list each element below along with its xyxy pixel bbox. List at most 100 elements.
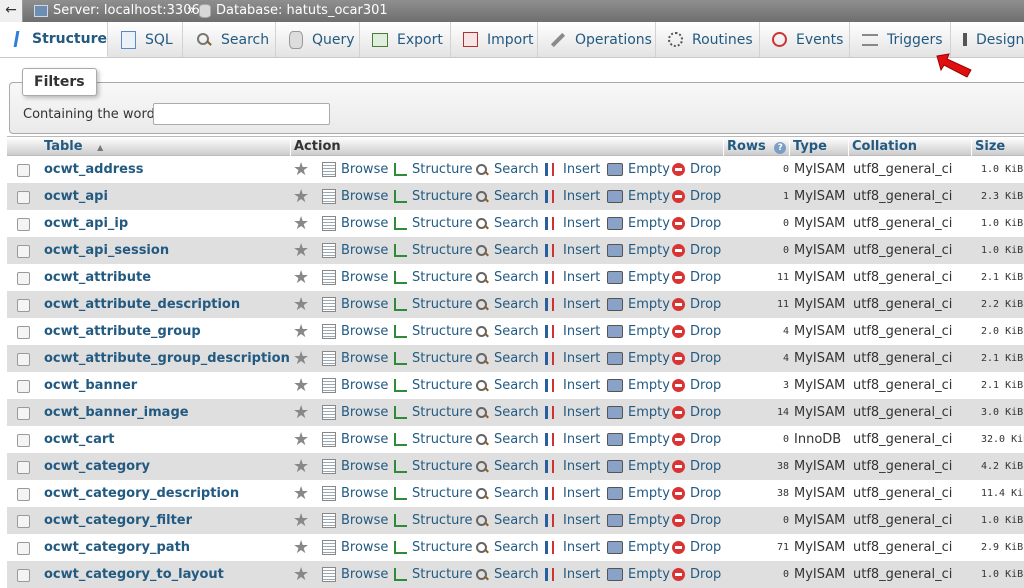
favorite-star-icon[interactable]: ★ [293,511,309,531]
table-name-link[interactable]: ocwt_category_filter [44,507,192,534]
column-size[interactable]: Size [971,138,1024,156]
help-icon[interactable]: ? [774,142,787,154]
insert-action[interactable]: Insert [545,210,600,237]
structure-action[interactable]: Structure [394,318,472,345]
search-action[interactable]: Search [476,210,539,237]
drop-action[interactable]: Drop [672,156,721,183]
breadcrumb-database[interactable]: Database: hatuts_ocar301 [199,0,388,22]
browse-action[interactable]: Browse [322,426,388,453]
drop-action[interactable]: Drop [672,507,721,534]
favorite-star-icon[interactable]: ★ [293,457,309,477]
row-checkbox[interactable] [17,299,30,312]
row-checkbox[interactable] [17,326,30,339]
tab-import[interactable]: Import [451,22,538,57]
search-action[interactable]: Search [476,561,539,588]
row-checkbox[interactable] [17,353,30,366]
tab-events[interactable]: Events [760,22,850,57]
favorite-star-icon[interactable]: ★ [293,268,309,288]
structure-action[interactable]: Structure [394,372,472,399]
favorite-star-icon[interactable]: ★ [293,484,309,504]
favorite-star-icon[interactable]: ★ [293,160,309,180]
drop-action[interactable]: Drop [672,453,721,480]
tab-routines[interactable]: Routines [656,22,760,57]
tab-search[interactable]: Search [183,22,276,57]
favorite-star-icon[interactable]: ★ [293,403,309,423]
column-rows[interactable]: Rows ? [723,138,789,156]
empty-action[interactable]: Empty [607,372,670,399]
empty-action[interactable]: Empty [607,264,670,291]
empty-action[interactable]: Empty [607,345,670,372]
structure-action[interactable]: Structure [394,237,472,264]
empty-action[interactable]: Empty [607,183,670,210]
insert-action[interactable]: Insert [545,453,600,480]
insert-action[interactable]: Insert [545,372,600,399]
search-action[interactable]: Search [476,291,539,318]
structure-action[interactable]: Structure [394,534,472,561]
table-name-link[interactable]: ocwt_attribute_group_description [44,345,290,372]
drop-action[interactable]: Drop [672,318,721,345]
browse-action[interactable]: Browse [322,561,388,588]
row-checkbox[interactable] [17,218,30,231]
structure-action[interactable]: Structure [394,426,472,453]
insert-action[interactable]: Insert [545,399,600,426]
empty-action[interactable]: Empty [607,534,670,561]
table-name-link[interactable]: ocwt_banner [44,372,137,399]
table-name-link[interactable]: ocwt_cart [44,426,114,453]
search-action[interactable]: Search [476,318,539,345]
insert-action[interactable]: Insert [545,561,600,588]
table-name-link[interactable]: ocwt_address [44,156,143,183]
favorite-star-icon[interactable]: ★ [293,187,309,207]
drop-action[interactable]: Drop [672,345,721,372]
search-action[interactable]: Search [476,345,539,372]
insert-action[interactable]: Insert [545,264,600,291]
column-collation[interactable]: Collation [848,138,970,156]
row-checkbox[interactable] [17,407,30,420]
back-arrow-icon[interactable]: ← [0,0,23,22]
empty-action[interactable]: Empty [607,507,670,534]
structure-action[interactable]: Structure [394,264,472,291]
browse-action[interactable]: Browse [322,318,388,345]
structure-action[interactable]: Structure [394,480,472,507]
structure-action[interactable]: Structure [394,507,472,534]
empty-action[interactable]: Empty [607,237,670,264]
insert-action[interactable]: Insert [545,183,600,210]
search-action[interactable]: Search [476,426,539,453]
drop-action[interactable]: Drop [672,399,721,426]
empty-action[interactable]: Empty [607,291,670,318]
browse-action[interactable]: Browse [322,156,388,183]
empty-action[interactable]: Empty [607,399,670,426]
insert-action[interactable]: Insert [545,534,600,561]
tab-export[interactable]: Export [360,22,451,57]
insert-action[interactable]: Insert [545,507,600,534]
browse-action[interactable]: Browse [322,264,388,291]
empty-action[interactable]: Empty [607,318,670,345]
search-action[interactable]: Search [476,237,539,264]
table-name-link[interactable]: ocwt_api_ip [44,210,128,237]
browse-action[interactable]: Browse [322,291,388,318]
browse-action[interactable]: Browse [322,534,388,561]
favorite-star-icon[interactable]: ★ [293,322,309,342]
table-name-link[interactable]: ocwt_attribute_group [44,318,201,345]
column-table[interactable]: Table ▲ [41,138,289,156]
tab-sql[interactable]: SQL [108,22,183,57]
drop-action[interactable]: Drop [672,210,721,237]
favorite-star-icon[interactable]: ★ [293,430,309,450]
tab-operations[interactable]: Operations [538,22,656,57]
browse-action[interactable]: Browse [322,345,388,372]
browse-action[interactable]: Browse [322,210,388,237]
structure-action[interactable]: Structure [394,399,472,426]
search-action[interactable]: Search [476,156,539,183]
table-name-link[interactable]: ocwt_banner_image [44,399,189,426]
filter-input[interactable] [153,103,330,125]
insert-action[interactable]: Insert [545,480,600,507]
structure-action[interactable]: Structure [394,156,472,183]
drop-action[interactable]: Drop [672,264,721,291]
table-name-link[interactable]: ocwt_attribute [44,264,151,291]
insert-action[interactable]: Insert [545,291,600,318]
structure-action[interactable]: Structure [394,561,472,588]
favorite-star-icon[interactable]: ★ [293,538,309,558]
search-action[interactable]: Search [476,183,539,210]
insert-action[interactable]: Insert [545,156,600,183]
drop-action[interactable]: Drop [672,480,721,507]
table-name-link[interactable]: ocwt_api_session [44,237,169,264]
